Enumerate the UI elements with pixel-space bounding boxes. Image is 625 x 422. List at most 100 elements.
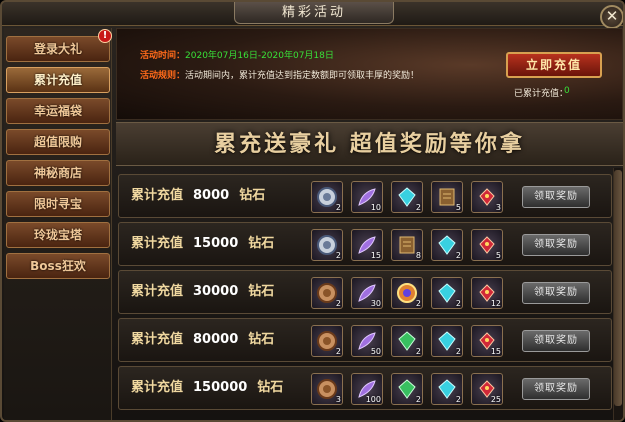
tier-unit: 钻石: [248, 236, 275, 251]
cyan-gem-icon: [436, 234, 458, 256]
reward-item-slot[interactable]: 10: [351, 181, 383, 213]
bronze-medal-icon: [316, 330, 338, 352]
reward-item-slot[interactable]: 3: [311, 373, 343, 405]
reward-item-count: 12: [490, 299, 501, 308]
activity-rule-value: 活动期间内，累计充值达到指定数额即可领取丰厚的奖励！: [185, 71, 420, 81]
reward-item-count: 30: [370, 299, 381, 308]
tier-amount: 150000: [193, 380, 248, 395]
reward-tier-row: 累计充值 150000 钻石 3 100 2 2 25 领取奖励: [118, 366, 612, 410]
reward-item-count: 2: [455, 299, 461, 308]
reward-item-slot[interactable]: 2: [431, 229, 463, 261]
reward-item-slot[interactable]: 2: [431, 325, 463, 357]
reward-item-count: 10: [370, 203, 381, 212]
sidebar-item-4[interactable]: 超值限购: [6, 129, 110, 155]
reward-item-count: 2: [415, 347, 421, 356]
cyan-gem-icon: [436, 330, 458, 352]
reward-item-slot[interactable]: 2: [311, 325, 343, 357]
silver-coin-icon: [316, 186, 338, 208]
reward-item-count: 3: [335, 395, 341, 404]
reward-item-count: 100: [365, 395, 381, 404]
reward-item-slot[interactable]: 15: [351, 229, 383, 261]
sidebar-item-7[interactable]: 玲珑宝塔: [6, 222, 110, 248]
activity-time-value: 2020年07月16日-2020年07月18日: [185, 51, 334, 61]
tier-prefix: 累计充值: [131, 284, 184, 299]
reward-tier-row: 累计充值 80000 钻石 2 50 2 2 15 领取奖励: [118, 318, 612, 362]
activity-time-label: 活动时间：: [140, 51, 186, 61]
reward-item-count: 2: [415, 299, 421, 308]
reward-item-slot[interactable]: 3: [471, 181, 503, 213]
reward-item-slot[interactable]: 30: [351, 277, 383, 309]
reward-item-count: 5: [495, 251, 501, 260]
reward-item-count: 5: [455, 203, 461, 212]
reward-item-slot[interactable]: 2: [311, 277, 343, 309]
sidebar-item-3[interactable]: 幸运福袋: [6, 98, 110, 124]
reward-tier-list[interactable]: 累计充值 8000 钻石 2 10 2 5 3 领取奖励 累计充值 15000 钻石 2 15 8 2 5 领取奖…: [116, 168, 613, 420]
close-button[interactable]: ✕: [600, 5, 623, 29]
reward-item-count: 2: [335, 251, 341, 260]
reward-item-slot[interactable]: 25: [471, 373, 503, 405]
reward-tier-row: 累计充值 8000 钻石 2 10 2 5 3 领取奖励: [118, 174, 612, 218]
reward-item-slot[interactable]: 2: [391, 181, 423, 213]
tier-unit: 钻石: [248, 284, 275, 299]
cyan-gem-icon: [436, 378, 458, 400]
sidebar-item-5[interactable]: 神秘商店: [6, 160, 110, 186]
sidebar-item-2[interactable]: 累计充值: [6, 67, 110, 93]
reward-item-count: 3: [495, 203, 501, 212]
claim-reward-button[interactable]: 领取奖励: [522, 186, 590, 208]
tier-prefix: 累计充值: [131, 236, 184, 251]
reward-item-slot[interactable]: 8: [391, 229, 423, 261]
recharge-now-button[interactable]: 立即充值: [506, 52, 602, 78]
reward-item-count: 2: [335, 347, 341, 356]
reward-item-slot[interactable]: 50: [351, 325, 383, 357]
sidebar-item-6[interactable]: 限时寻宝: [6, 191, 110, 217]
tier-unit: 钻石: [248, 332, 275, 347]
reward-item-slot[interactable]: 2: [431, 277, 463, 309]
scroll-book-icon: [396, 234, 418, 256]
reward-item-slot[interactable]: 5: [431, 181, 463, 213]
tier-prefix: 累计充值: [131, 380, 184, 395]
reward-item-slot[interactable]: 5: [471, 229, 503, 261]
total-recharge-label: 已累计充值：: [514, 89, 569, 99]
sidebar-item-8[interactable]: Boss狂欢: [6, 253, 110, 279]
reward-item-slot[interactable]: 15: [471, 325, 503, 357]
green-gem-icon: [396, 330, 418, 352]
reward-item-slot[interactable]: 2: [311, 229, 343, 261]
tier-amount: 8000: [193, 188, 230, 203]
activity-rule-label: 活动规则：: [140, 71, 186, 81]
tier-prefix: 累计充值: [131, 332, 184, 347]
reward-item-slot[interactable]: 2: [391, 277, 423, 309]
activity-rule-line: 活动规则：活动期间内，累计充值达到指定数额即可领取丰厚的奖励！: [140, 70, 419, 82]
sidebar-item-1[interactable]: 登录大礼: [6, 36, 110, 62]
reward-item-slot[interactable]: 2: [431, 373, 463, 405]
bronze-medal-icon: [316, 378, 338, 400]
scrollbar-thumb[interactable]: [614, 170, 622, 406]
notification-badge: !: [98, 29, 112, 43]
bronze-medal-icon: [316, 282, 338, 304]
claim-reward-button[interactable]: 领取奖励: [522, 378, 590, 400]
reward-tier-row: 累计充值 30000 钻石 2 30 2 2 12 领取奖励: [118, 270, 612, 314]
tier-amount: 15000: [193, 236, 239, 251]
rainbow-orb-icon: [396, 282, 418, 304]
green-gem-icon: [396, 378, 418, 400]
claim-reward-button[interactable]: 领取奖励: [522, 330, 590, 352]
reward-item-slot[interactable]: 2: [391, 325, 423, 357]
claim-reward-button[interactable]: 领取奖励: [522, 282, 590, 304]
red-gem-icon: [476, 234, 498, 256]
reward-item-slot[interactable]: 100: [351, 373, 383, 405]
tier-unit: 钻石: [239, 188, 266, 203]
tier-requirement: 累计充值 80000 钻石: [131, 319, 274, 361]
reward-item-slot[interactable]: 2: [391, 373, 423, 405]
red-gem-icon: [476, 186, 498, 208]
reward-item-slot[interactable]: 2: [311, 181, 343, 213]
reward-item-count: 2: [455, 347, 461, 356]
claim-reward-button[interactable]: 领取奖励: [522, 234, 590, 256]
reward-tier-row: 累计充值 15000 钻石 2 15 8 2 5 领取奖励: [118, 222, 612, 266]
scroll-book-icon: [436, 186, 458, 208]
reward-item-slot[interactable]: 12: [471, 277, 503, 309]
tier-amount: 30000: [193, 284, 239, 299]
reward-item-count: 2: [335, 299, 341, 308]
reward-item-count: 15: [490, 347, 501, 356]
reward-item-count: 2: [455, 251, 461, 260]
reward-item-count: 2: [415, 395, 421, 404]
reward-item-count: 8: [415, 251, 421, 260]
